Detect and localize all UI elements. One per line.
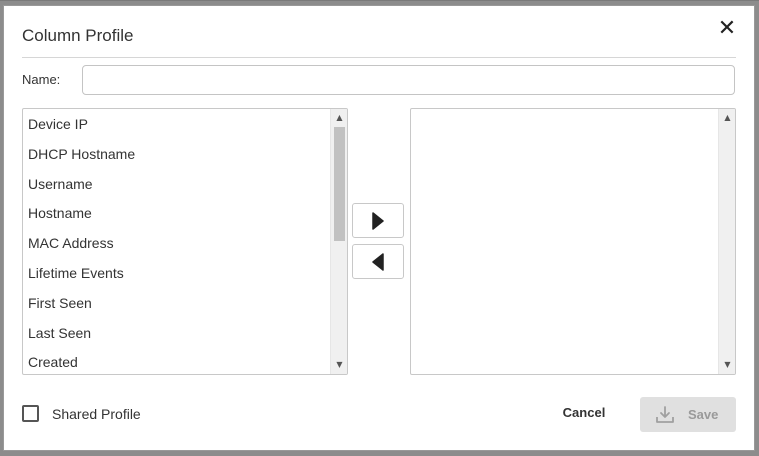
scroll-down-arrow-icon[interactable]: ▼	[719, 358, 735, 372]
save-label: Save	[688, 407, 719, 422]
title-divider	[22, 57, 736, 58]
cancel-button[interactable]: Cancel	[552, 396, 616, 430]
scroll-up-arrow-icon[interactable]: ▲	[331, 111, 347, 125]
shared-profile-label: Shared Profile	[52, 406, 141, 422]
list-item[interactable]: Device IP	[23, 109, 329, 139]
list-item[interactable]: Created	[23, 347, 329, 374]
scroll-up-arrow-icon[interactable]: ▲	[719, 111, 735, 125]
list-item[interactable]: DHCP Hostname	[23, 139, 329, 169]
shared-profile-checkbox[interactable]	[22, 405, 39, 422]
name-label: Name:	[22, 72, 61, 87]
selected-columns-list[interactable]: ▲ ▼	[410, 108, 736, 375]
selected-list-scrollbar[interactable]: ▲ ▼	[718, 109, 735, 374]
dialog-title: Column Profile	[22, 26, 134, 45]
close-icon[interactable]: ✕	[716, 18, 738, 40]
scroll-down-arrow-icon[interactable]: ▼	[331, 358, 347, 372]
column-profile-dialog: Column Profile ✕ Name: Device IP DHCP Ho…	[4, 6, 754, 450]
list-item[interactable]: Username	[23, 169, 329, 199]
download-tray-icon	[656, 406, 674, 423]
save-button[interactable]: Save	[640, 397, 736, 432]
move-left-button[interactable]	[352, 244, 404, 279]
list-item[interactable]: First Seen	[23, 288, 329, 318]
list-item[interactable]: MAC Address	[23, 228, 329, 258]
list-item[interactable]: Hostname	[23, 198, 329, 228]
triangle-left-icon	[372, 252, 384, 271]
list-item[interactable]: Last Seen	[23, 318, 329, 348]
scrollbar-thumb[interactable]	[334, 127, 345, 241]
available-columns-list[interactable]: Device IP DHCP Hostname Username Hostnam…	[22, 108, 348, 375]
available-list-scrollbar[interactable]: ▲ ▼	[330, 109, 347, 374]
selected-items-container	[411, 109, 717, 374]
triangle-right-icon	[372, 211, 384, 230]
move-right-button[interactable]	[352, 203, 404, 238]
list-item[interactable]: Lifetime Events	[23, 258, 329, 288]
backdrop-divider	[0, 0, 759, 1]
name-input[interactable]	[82, 65, 735, 95]
